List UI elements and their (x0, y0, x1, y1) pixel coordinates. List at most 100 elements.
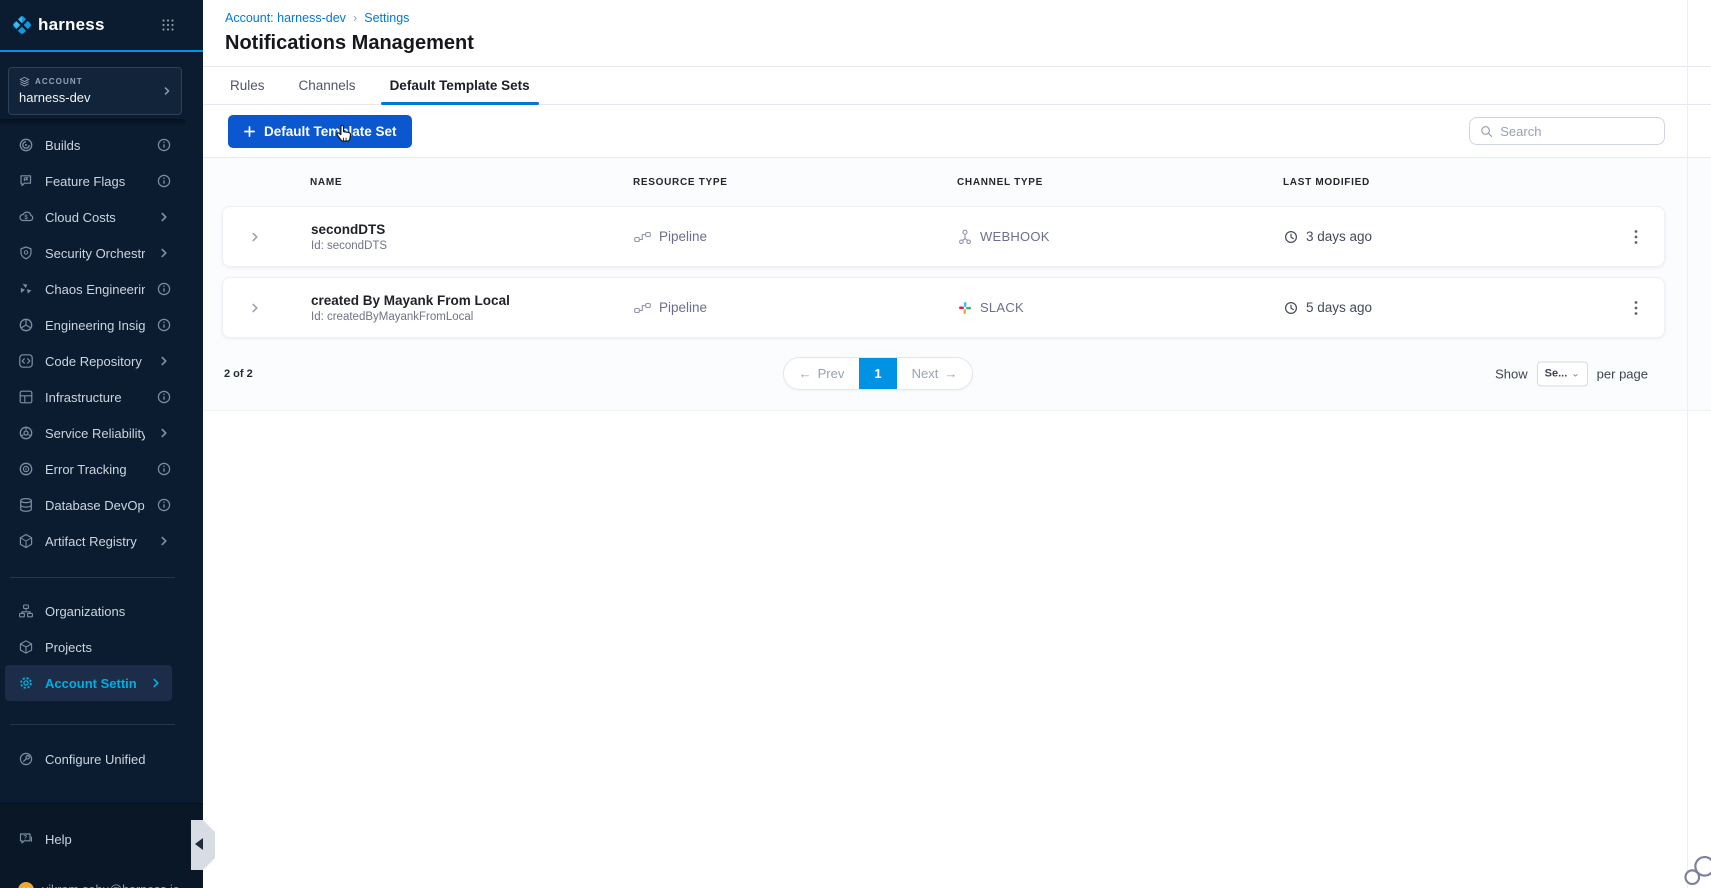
search-box[interactable] (1469, 117, 1665, 145)
sidebar-divider (10, 577, 175, 578)
chat-bubbles-icon[interactable] (1683, 854, 1711, 888)
sidebar-item-service-reliability[interactable]: Service Reliability (0, 415, 185, 451)
expand-row-button[interactable] (223, 300, 311, 316)
sidebar-item-cloud-costs[interactable]: Cloud Costs (0, 199, 185, 235)
infrastructure-icon (18, 389, 34, 405)
tab-rules[interactable]: Rules (228, 67, 267, 104)
sidebar-item-label: Database DevOps (45, 497, 145, 513)
sidebar-item-account-settings[interactable]: Account Settings (5, 665, 172, 701)
page-size-control: Show Se... ⌄ per page (1495, 361, 1648, 386)
account-icon (19, 76, 30, 87)
channel-type-value: WEBHOOK (980, 229, 1050, 244)
name-cell: secondDTS Id: secondDTS (311, 222, 634, 252)
breadcrumb-account-link[interactable]: Account: harness-dev (225, 11, 346, 25)
table-row[interactable]: created By Mayank From Local Id: created… (222, 277, 1665, 338)
info-icon (156, 461, 172, 477)
template-set-name: secondDTS (311, 221, 386, 237)
sidebar-item-database-devops[interactable]: Database DevOps (0, 487, 185, 523)
info-icon (156, 389, 172, 405)
row-count: 2 of 2 (224, 367, 253, 380)
module-grid-icon[interactable] (161, 18, 175, 32)
breadcrumb-settings-link[interactable]: Settings (364, 11, 409, 25)
tab-channels[interactable]: Channels (297, 67, 358, 104)
channel-type-value: SLACK (980, 300, 1024, 315)
sidebar-item-feature-flags[interactable]: Feature Flags (0, 163, 185, 199)
resource-type-cell: Pipeline (634, 300, 958, 315)
account-name: harness-dev (19, 90, 91, 105)
user-profile[interactable]: v vikram.sahu@harness.io (18, 882, 180, 888)
next-label: Next (911, 366, 939, 381)
scroll-shadow (0, 119, 185, 127)
sidebar-footer: Help v vikram.sahu@harness.io (0, 803, 203, 888)
projects-icon (18, 639, 34, 655)
pipeline-icon (634, 302, 651, 314)
page-number-active[interactable]: 1 (859, 358, 897, 389)
account-switcher[interactable]: ACCOUNT harness-dev (8, 67, 182, 115)
error-tracking-icon (18, 461, 34, 477)
sidebar-item-label: Projects (45, 639, 92, 655)
sidebar-item-help[interactable]: Help (0, 821, 203, 857)
template-set-id: Id: createdByMayankFromLocal (311, 310, 474, 323)
shield-icon (18, 245, 34, 261)
page-title: Notifications Management (225, 32, 474, 54)
show-label: Show (1495, 366, 1528, 381)
logo-text: harness (38, 15, 105, 34)
toolbar: Default Template Set (203, 105, 1711, 158)
sidebar-item-configure-unified-view[interactable]: Configure Unified View (0, 741, 185, 777)
chevron-right-icon (160, 84, 174, 98)
sidebar-item-error-tracking[interactable]: Error Tracking (0, 451, 185, 487)
prev-page-button[interactable]: ← Prev (784, 358, 859, 389)
harness-logo-icon (10, 13, 34, 37)
app-screen: harness ACCOUNT harness-dev Builds Featu… (0, 0, 1711, 888)
template-sets-table: NAME RESOURCE TYPE CHANNEL TYPE LAST MOD… (203, 158, 1711, 411)
clock-icon (1284, 301, 1298, 315)
sidebar-item-infrastructure[interactable]: Infrastructure (0, 379, 185, 415)
template-set-id: Id: secondDTS (311, 239, 388, 252)
page-size-select[interactable]: Se... ⌄ (1536, 361, 1588, 386)
info-icon (156, 137, 172, 153)
sidebar: harness ACCOUNT harness-dev Builds Featu… (0, 0, 203, 888)
sidebar-item-artifact-registry[interactable]: Artifact Registry (0, 523, 185, 559)
tab-default-template-sets[interactable]: Default Template Sets (380, 67, 539, 105)
expand-row-button[interactable] (223, 229, 311, 245)
info-icon (156, 317, 172, 333)
clock-icon (1284, 230, 1298, 244)
name-cell: created By Mayank From Local Id: created… (311, 293, 634, 323)
resource-type-value: Pipeline (659, 300, 708, 315)
sidebar-item-label: Artifact Registry (45, 533, 137, 549)
chevron-right-icon (156, 533, 172, 549)
new-default-template-set-button[interactable]: Default Template Set (228, 114, 412, 148)
sidebar-item-label: Organizations (45, 603, 126, 619)
resource-type-cell: Pipeline (634, 229, 958, 244)
table-row[interactable]: secondDTS Id: secondDTS Pipeline WEBHOOK… (222, 206, 1665, 267)
sidebar-item-engineering-insights[interactable]: Engineering Insights (0, 307, 185, 343)
chaos-icon (18, 281, 34, 297)
prev-label: Prev (817, 366, 845, 381)
last-modified-value: 5 days ago (1306, 300, 1373, 315)
sidebar-item-code-repository[interactable]: Code Repository (0, 343, 185, 379)
gear-icon (18, 675, 34, 691)
code-repo-icon (18, 353, 34, 369)
reliability-icon (18, 425, 34, 441)
sidebar-item-chaos-engineering[interactable]: Chaos Engineering (0, 271, 185, 307)
main-content: Account: harness-dev › Settings Notifica… (203, 0, 1711, 888)
sidebar-item-label: Code Repository (45, 353, 142, 369)
sidebar-item-organizations[interactable]: Organizations (0, 593, 185, 629)
harness-logo[interactable]: harness (10, 13, 105, 37)
chevron-down-icon: ⌄ (1571, 368, 1580, 379)
arrow-left-icon: ← (798, 366, 812, 381)
row-menu-button[interactable] (1608, 300, 1664, 316)
sidebar-item-projects[interactable]: Projects (0, 629, 185, 665)
search-input[interactable] (1500, 123, 1654, 139)
sidebar-item-label: Infrastructure (45, 389, 122, 405)
row-menu-button[interactable] (1608, 229, 1664, 245)
sidebar-item-label: Account Settings (45, 675, 137, 691)
feature-flags-icon (18, 173, 34, 189)
next-page-button[interactable]: Next → (897, 358, 972, 389)
sidebar-item-label: Configure Unified View (45, 751, 145, 767)
cloud-costs-icon (18, 209, 34, 225)
arrow-right-icon: → (944, 366, 958, 381)
sidebar-item-security-orchestration[interactable]: Security Orchestrat... (0, 235, 185, 271)
sidebar-item-label: Engineering Insights (45, 317, 145, 333)
sidebar-item-builds[interactable]: Builds (0, 127, 185, 163)
